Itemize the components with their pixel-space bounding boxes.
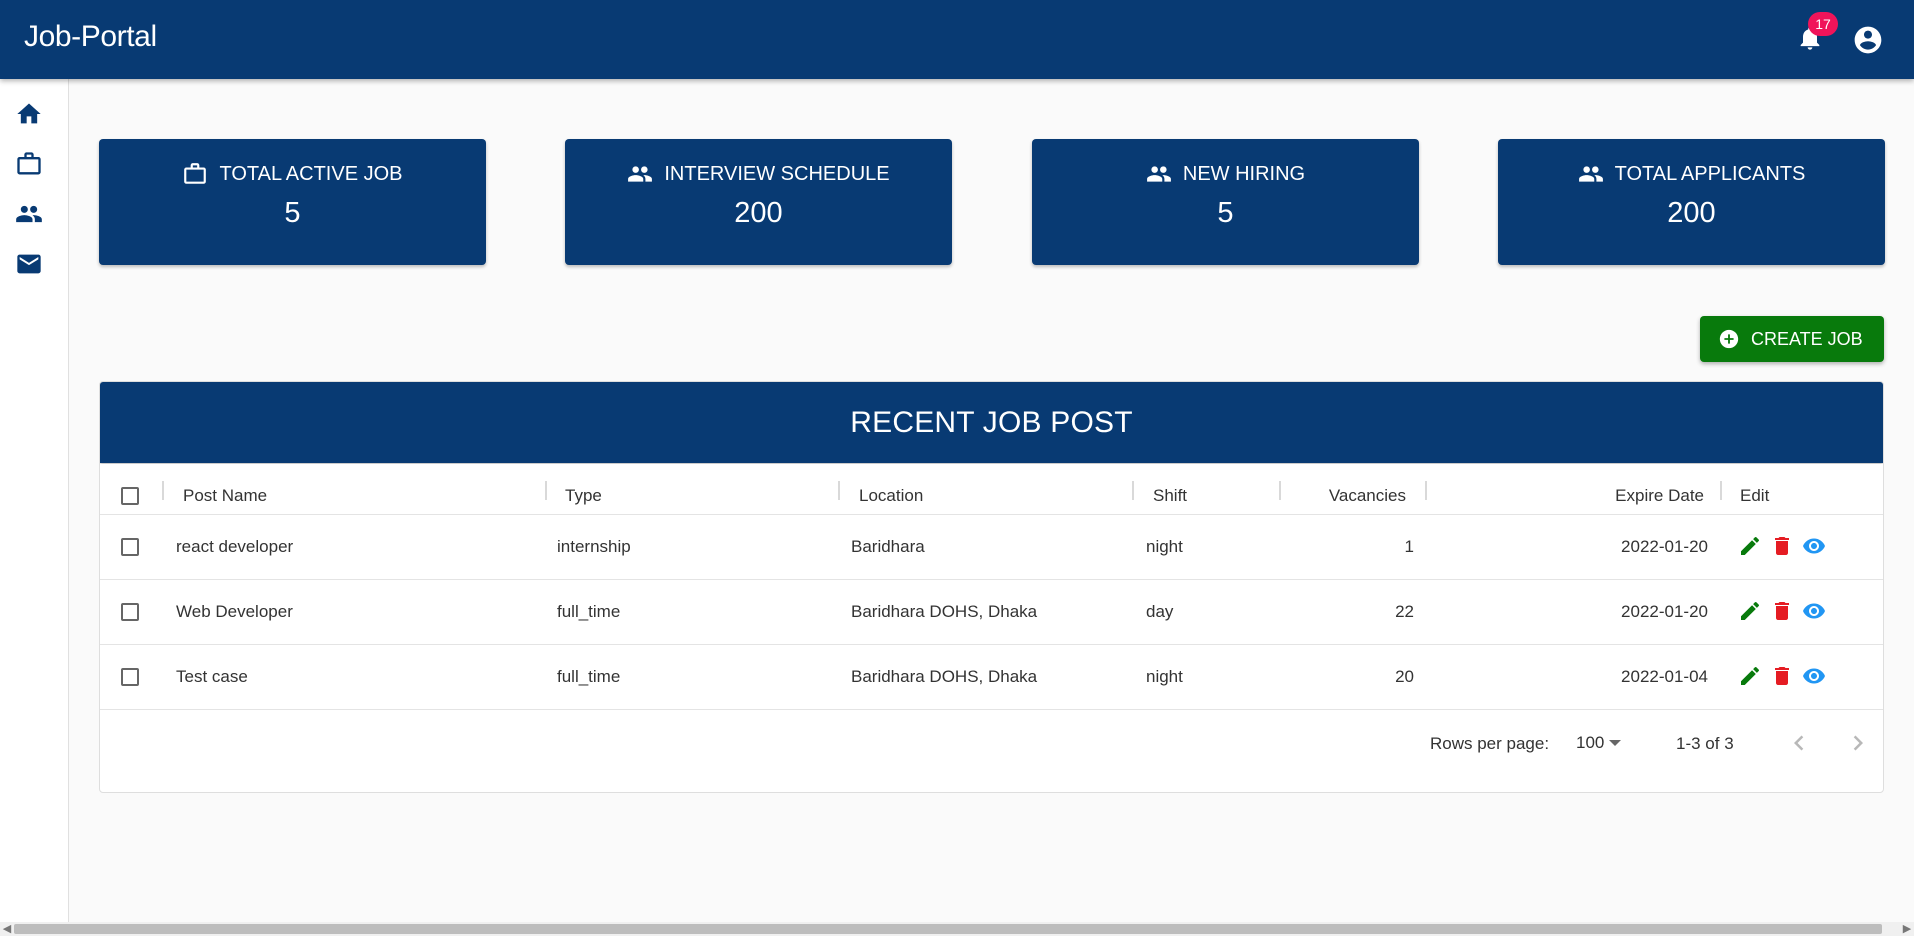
- select-all-checkbox[interactable]: [121, 487, 139, 505]
- vacancies-cell: 22: [1395, 602, 1414, 621]
- expire-date-cell: 2022-01-04: [1621, 667, 1708, 686]
- column-separator[interactable]: [1720, 481, 1722, 500]
- people-icon: [1146, 166, 1171, 182]
- expire-date-cell: 2022-01-20: [1621, 602, 1708, 621]
- row-actions: [1738, 599, 1830, 627]
- shift-cell: night: [1146, 537, 1183, 556]
- table-row[interactable]: Web Developer full_time Baridhara DOHS, …: [100, 580, 1883, 645]
- delete-icon[interactable]: [1770, 664, 1794, 688]
- location-cell: Baridhara DOHS, Dhaka: [851, 667, 1038, 686]
- stat-card-total-active-job: TOTAL ACTIVE JOB 5: [99, 139, 486, 265]
- table-row[interactable]: react developer internship Baridhara nig…: [100, 515, 1883, 580]
- stat-value: 5: [284, 197, 301, 229]
- row-checkbox[interactable]: [121, 603, 139, 621]
- stat-card-total-applicants: TOTAL APPLICANTS 200: [1498, 139, 1885, 265]
- edit-icon[interactable]: [1738, 599, 1762, 623]
- chevron-down-icon[interactable]: [1609, 740, 1621, 746]
- next-page-icon[interactable]: [1843, 728, 1873, 758]
- horizontal-scrollbar[interactable]: ◀ ▶: [0, 922, 1914, 936]
- delete-icon[interactable]: [1770, 599, 1794, 623]
- table-row[interactable]: Test case full_time Baridhara DOHS, Dhak…: [100, 645, 1883, 710]
- type-cell: full_time: [557, 667, 621, 686]
- stat-value: 200: [1667, 197, 1716, 229]
- scroll-left-icon[interactable]: ◀: [0, 922, 14, 936]
- sidebar: [0, 79, 69, 922]
- column-separator[interactable]: [1883, 481, 1884, 500]
- previous-page-icon[interactable]: [1784, 728, 1814, 758]
- location-cell: Baridhara: [851, 537, 925, 556]
- create-job-label: CREATE JOB: [1751, 328, 1863, 349]
- shift-cell: night: [1146, 667, 1183, 686]
- column-header-expire-date[interactable]: Expire Date: [1564, 486, 1704, 506]
- stat-value: 5: [1217, 197, 1234, 229]
- view-icon[interactable]: [1802, 599, 1826, 623]
- column-separator[interactable]: [1279, 481, 1281, 500]
- notification-count-badge: 17: [1808, 12, 1838, 36]
- stat-label: TOTAL APPLICANTS: [1614, 162, 1806, 185]
- pagination-range: 1-3 of 3: [1676, 734, 1734, 753]
- post-name-cell: react developer: [176, 537, 294, 556]
- pagination: Rows per page: 100 1-3 of 3: [100, 709, 1883, 792]
- account-circle-icon[interactable]: [1852, 24, 1884, 56]
- type-cell: internship: [557, 537, 631, 556]
- column-header-post-name[interactable]: Post Name: [183, 486, 267, 506]
- stat-card-new-hiring: NEW HIRING 5: [1032, 139, 1419, 265]
- vacancies-cell: 1: [1404, 537, 1414, 556]
- view-icon[interactable]: [1802, 664, 1826, 688]
- table-title: RECENT JOB POST: [100, 382, 1883, 463]
- row-checkbox[interactable]: [121, 538, 139, 556]
- rows-per-page-label: Rows per page:: [1430, 734, 1550, 753]
- table-header: Post Name Type Location Shift Vacancies …: [100, 464, 1883, 515]
- home-icon[interactable]: [15, 100, 43, 128]
- recent-job-table: RECENT JOB POST Post Name Type Location …: [99, 381, 1884, 793]
- people-icon: [1578, 166, 1603, 182]
- delete-icon[interactable]: [1770, 534, 1794, 558]
- column-separator[interactable]: [838, 481, 840, 500]
- location-cell: Baridhara DOHS, Dhaka: [851, 602, 1038, 621]
- people-icon[interactable]: [15, 200, 43, 228]
- app-bar: Job-Portal 17: [0, 0, 1914, 79]
- mail-icon[interactable]: [15, 250, 43, 278]
- type-cell: full_time: [557, 602, 621, 621]
- briefcase-icon[interactable]: [15, 150, 43, 178]
- people-icon: [628, 166, 653, 182]
- row-actions: [1738, 664, 1830, 692]
- stat-label: INTERVIEW SCHEDULE: [664, 162, 890, 185]
- column-separator[interactable]: [162, 481, 164, 500]
- column-header-edit[interactable]: Edit: [1740, 486, 1769, 506]
- stat-label: TOTAL ACTIVE JOB: [219, 162, 403, 185]
- edit-icon[interactable]: [1738, 664, 1762, 688]
- scrollbar-thumb[interactable]: [14, 924, 1882, 934]
- column-header-type[interactable]: Type: [565, 486, 602, 506]
- add-circle-icon: [1719, 329, 1739, 349]
- stat-value: 200: [734, 197, 783, 229]
- column-header-vacancies[interactable]: Vacancies: [1296, 486, 1406, 506]
- column-header-shift[interactable]: Shift: [1153, 486, 1187, 506]
- rows-per-page-value: 100: [1576, 733, 1605, 752]
- column-separator[interactable]: [1425, 481, 1427, 500]
- column-separator[interactable]: [545, 481, 547, 500]
- edit-icon[interactable]: [1738, 534, 1762, 558]
- stat-card-interview-schedule: INTERVIEW SCHEDULE 200: [565, 139, 952, 265]
- create-job-button[interactable]: CREATE JOB: [1700, 316, 1884, 362]
- expire-date-cell: 2022-01-20: [1621, 537, 1708, 556]
- post-name-cell: Web Developer: [176, 602, 293, 621]
- app-title[interactable]: Job-Portal: [24, 20, 157, 54]
- vacancies-cell: 20: [1395, 667, 1414, 686]
- shift-cell: day: [1146, 602, 1174, 621]
- briefcase-icon: [184, 163, 207, 184]
- column-header-location[interactable]: Location: [859, 486, 923, 506]
- scroll-right-icon[interactable]: ▶: [1900, 922, 1914, 936]
- row-checkbox[interactable]: [121, 668, 139, 686]
- column-separator[interactable]: [1132, 481, 1134, 500]
- view-icon[interactable]: [1802, 534, 1826, 558]
- post-name-cell: Test case: [176, 667, 248, 686]
- row-actions: [1738, 534, 1830, 562]
- stat-label: NEW HIRING: [1182, 162, 1306, 185]
